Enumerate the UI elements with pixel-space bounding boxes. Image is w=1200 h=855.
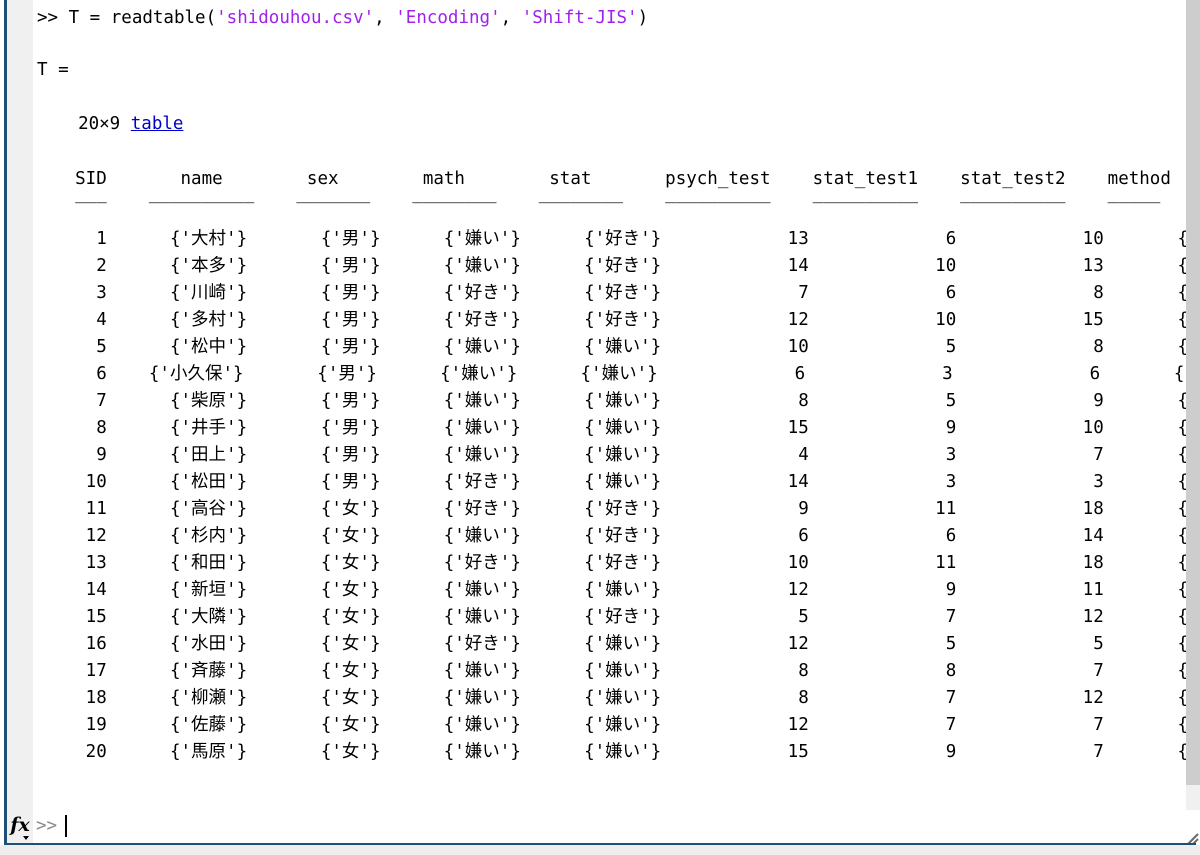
- console-output-area[interactable]: >> T = readtable('shidouhou.csv', 'Encod…: [33, 0, 1186, 810]
- table-row: 18 {'柳瀬'} {'女'} {'嫌い'} {'嫌い'} 8 7 12 {'C…: [33, 688, 1186, 708]
- command-entry-bar[interactable]: fx >>: [7, 809, 1186, 843]
- table-row: 16 {'水田'} {'女'} {'好き'} {'嫌い'} 12 5 5 {'D…: [33, 634, 1186, 654]
- command-echo-line: >> T = readtable('shidouhou.csv', 'Encod…: [37, 8, 648, 28]
- table-row: 6 {'小久保'} {'男'} {'嫌い'} {'嫌い'} 6 3 6 {'C'…: [33, 364, 1186, 384]
- table-output: SID name sex math stat psych_test stat_t…: [33, 168, 1186, 762]
- command-string-filename: 'shidouhou.csv': [216, 8, 375, 28]
- table-row: 12 {'杉内'} {'女'} {'嫌い'} {'好き'} 6 6 14 {'A…: [33, 526, 1186, 546]
- vertical-scrollbar-track[interactable]: [1186, 0, 1200, 810]
- table-row: 20 {'馬原'} {'女'} {'嫌い'} {'嫌い'} 15 9 7 {'D…: [33, 742, 1186, 762]
- table-row: 17 {'斉藤'} {'女'} {'嫌い'} {'嫌い'} 8 8 7 {'C'…: [33, 661, 1186, 681]
- table-row: 3 {'川崎'} {'男'} {'好き'} {'好き'} 7 6 8 {'B'}: [33, 283, 1186, 303]
- table-row: 14 {'新垣'} {'女'} {'嫌い'} {'嫌い'} 12 9 11 {'…: [33, 580, 1186, 600]
- table-row: 15 {'大隣'} {'女'} {'嫌い'} {'好き'} 5 7 12 {'B…: [33, 607, 1186, 627]
- resize-grip-icon[interactable]: [1186, 830, 1199, 845]
- command-close-paren: ): [637, 8, 649, 28]
- table-body: 1 {'大村'} {'男'} {'嫌い'} {'好き'} 13 6 10 {'C…: [33, 226, 1186, 766]
- matlab-command-window: >> T = readtable('shidouhou.csv', 'Encod…: [0, 0, 1200, 855]
- table-row: 11 {'高谷'} {'女'} {'好き'} {'好き'} 9 11 18 {'…: [33, 499, 1186, 519]
- table-header-underline: ___ __________ _______ ________ ________…: [33, 184, 1171, 204]
- input-prompt-symbol: >>: [36, 816, 58, 836]
- table-row: 13 {'和田'} {'女'} {'好き'} {'好き'} 10 11 18 {…: [33, 553, 1186, 573]
- vertical-scrollbar-thumb[interactable]: [1186, 0, 1200, 785]
- table-type-hyperlink[interactable]: table: [131, 114, 184, 134]
- command-prompt-symbol: >>: [37, 8, 69, 28]
- table-row: 8 {'井手'} {'男'} {'嫌い'} {'嫌い'} 15 9 10 {'D…: [33, 418, 1186, 438]
- table-row: 19 {'佐藤'} {'女'} {'嫌い'} {'嫌い'} 12 7 7 {'B…: [33, 715, 1186, 735]
- table-row: 4 {'多村'} {'男'} {'好き'} {'好き'} 12 10 15 {'…: [33, 310, 1186, 330]
- table-row: 10 {'松田'} {'男'} {'好き'} {'嫌い'} 14 3 3 {'D…: [33, 472, 1186, 492]
- command-input[interactable]: [67, 809, 1186, 843]
- fx-icon-label: fx: [10, 813, 30, 836]
- window-bottom-strip: [0, 845, 1200, 855]
- command-separator-1: ,: [374, 8, 396, 28]
- fx-icon[interactable]: fx: [7, 809, 33, 843]
- table-row: 1 {'大村'} {'男'} {'嫌い'} {'好き'} 13 6 10 {'C…: [33, 229, 1186, 249]
- result-size-text: 20×9: [57, 114, 131, 134]
- result-summary-line: 20×9 table: [57, 114, 183, 134]
- command-string-encoding-key: 'Encoding': [395, 8, 501, 28]
- table-row: 5 {'松中'} {'男'} {'嫌い'} {'嫌い'} 10 5 8 {'B'…: [33, 337, 1186, 357]
- editor-gutter: [7, 0, 33, 810]
- table-row: 9 {'田上'} {'男'} {'嫌い'} {'嫌い'} 4 3 7 {'D'}: [33, 445, 1186, 465]
- result-assignment-line: T =: [37, 60, 69, 80]
- table-row: 7 {'柴原'} {'男'} {'嫌い'} {'嫌い'} 8 5 9 {'A'}: [33, 391, 1186, 411]
- command-function-call: T = readtable(: [68, 8, 217, 28]
- table-row: 2 {'本多'} {'男'} {'嫌い'} {'好き'} 14 10 13 {'…: [33, 256, 1186, 276]
- command-string-encoding-value: 'Shift-JIS': [521, 8, 638, 28]
- command-separator-2: ,: [500, 8, 522, 28]
- chevron-down-icon[interactable]: [23, 836, 29, 840]
